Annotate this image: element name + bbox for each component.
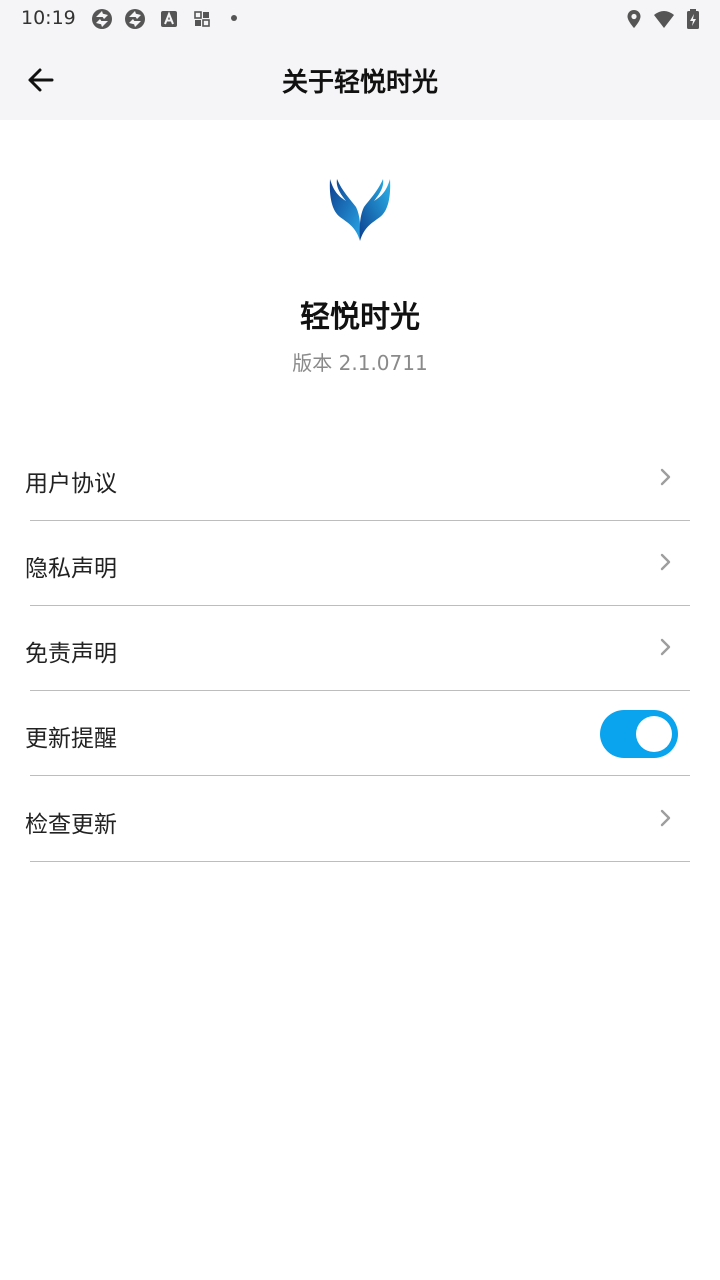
menu-item-disclaimer[interactable]: 免责声明 — [0, 606, 720, 691]
app-name: 轻悦时光 — [300, 300, 420, 335]
menu-item-label: 用户协议 — [25, 471, 117, 497]
chevron-right-icon — [660, 638, 671, 656]
status-bar: 10:19 — [0, 0, 720, 36]
battery-charging-icon — [687, 9, 699, 29]
status-time: 10:19 — [21, 7, 76, 29]
wings-logo-icon — [329, 179, 391, 241]
menu-item-user-agreement[interactable]: 用户协议 — [0, 436, 720, 521]
chevron-right-icon — [660, 553, 671, 571]
app-version: 版本 2.1.0711 — [292, 351, 428, 375]
chevron-right-icon — [660, 809, 671, 827]
menu-item-privacy-statement[interactable]: 隐私声明 — [0, 521, 720, 606]
vpn-icon — [92, 9, 112, 29]
menu-item-label: 检查更新 — [25, 812, 117, 838]
divider — [30, 861, 690, 862]
grid-icon — [194, 11, 210, 27]
location-icon — [627, 10, 641, 28]
chevron-right-icon — [660, 468, 671, 486]
dot-icon — [231, 15, 237, 21]
menu-item-label: 隐私声明 — [25, 556, 117, 582]
menu-item-label: 更新提醒 — [25, 726, 117, 752]
app-bar: 关于轻悦时光 — [0, 36, 720, 120]
update-reminder-toggle[interactable] — [600, 710, 678, 758]
app-a-icon — [161, 11, 177, 27]
vpn-icon — [125, 9, 145, 29]
menu-item-label: 免责声明 — [25, 641, 117, 667]
page-title: 关于轻悦时光 — [281, 68, 438, 98]
divider — [30, 775, 690, 776]
menu-item-check-update[interactable]: 检查更新 — [0, 777, 720, 862]
wifi-icon — [654, 11, 674, 28]
menu-item-update-reminder: 更新提醒 — [0, 691, 720, 776]
toggle-knob — [636, 716, 672, 752]
